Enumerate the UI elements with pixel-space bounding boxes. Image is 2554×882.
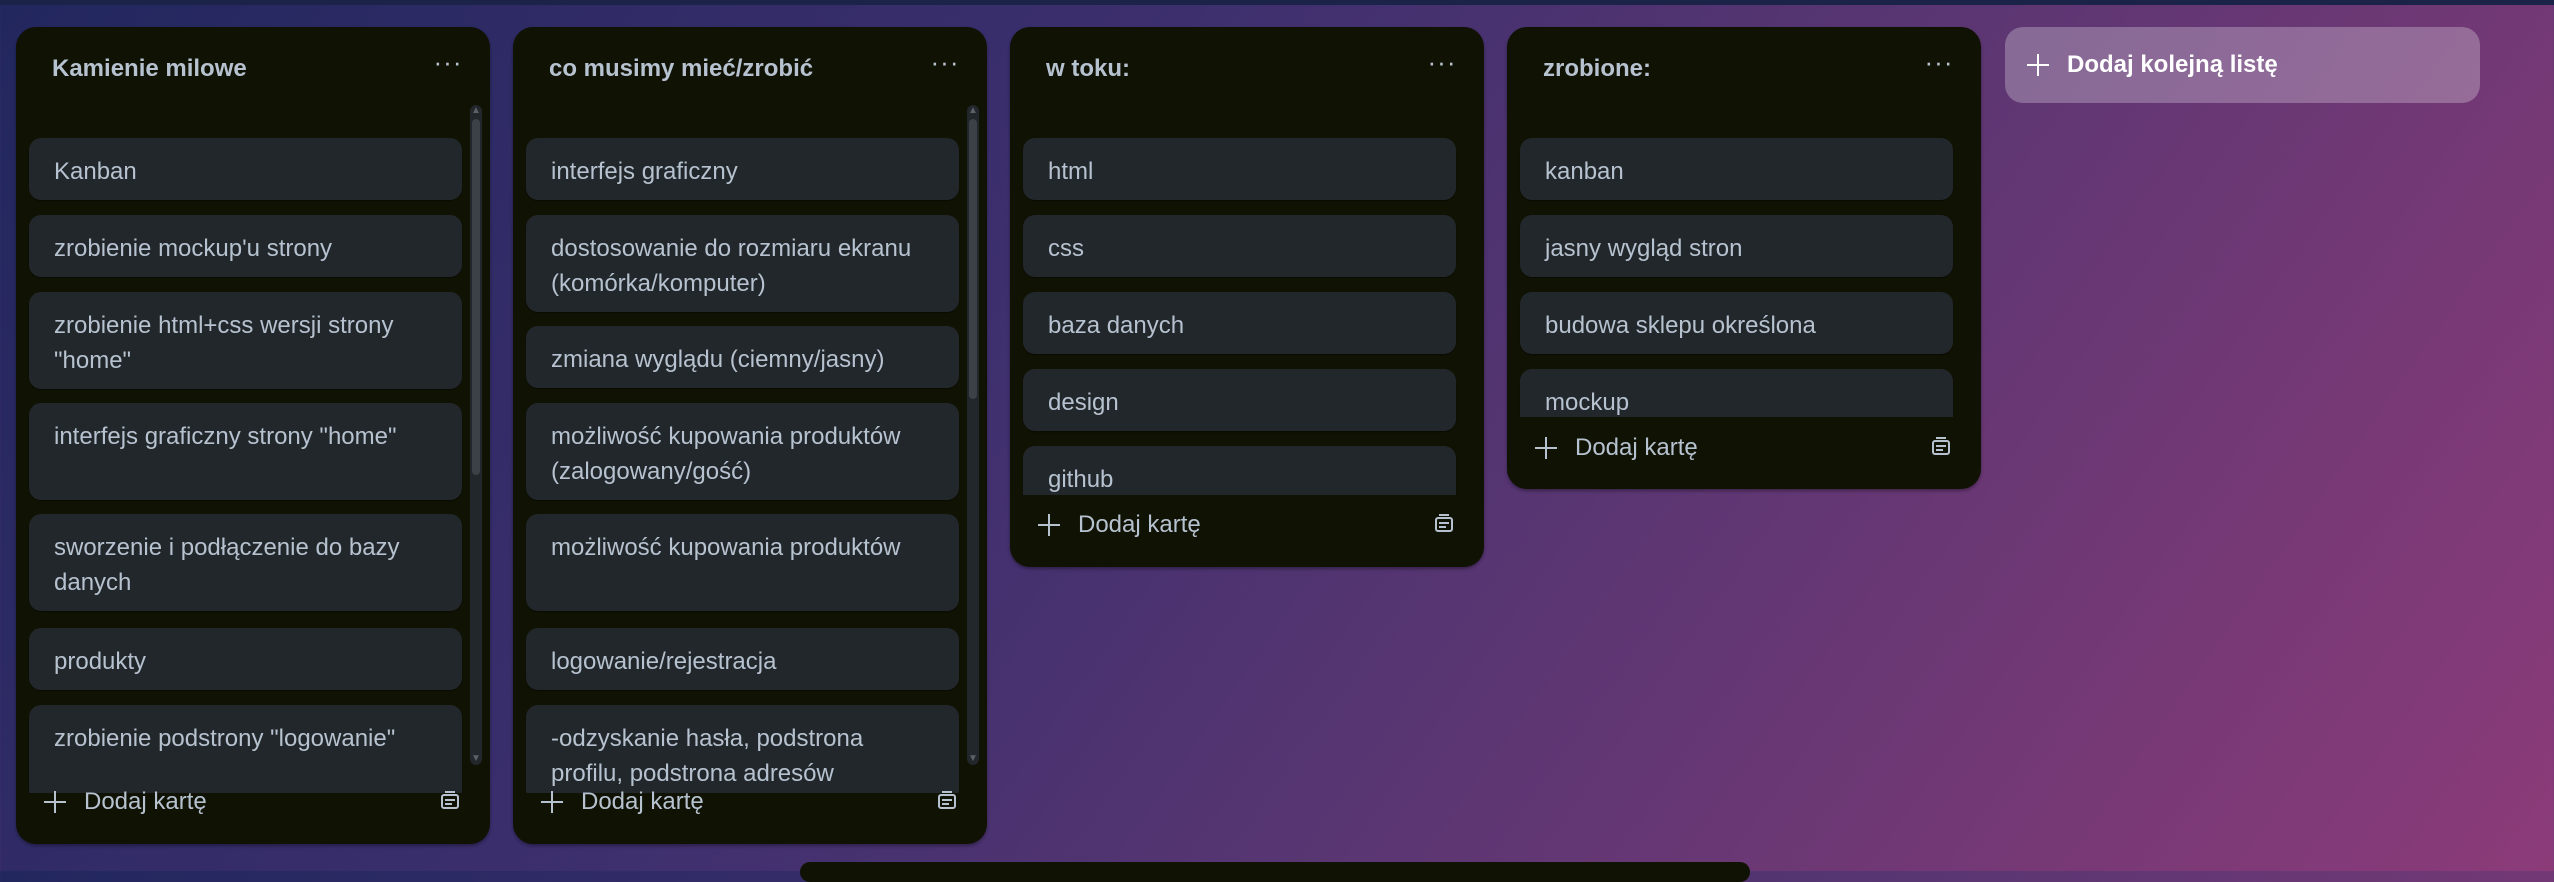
card[interactable]: jasny wygląd stron [1520,215,1953,277]
card[interactable]: zrobienie html+css wersji strony "home" [29,292,462,389]
list-footer: Dodaj kartę [1507,413,1981,483]
card-template-icon[interactable] [935,790,959,812]
card[interactable]: html [1023,138,1456,200]
scrollbar[interactable]: ▲ ▼ [470,105,482,765]
scroll-down-icon[interactable]: ▼ [967,753,979,765]
card[interactable]: github [1023,446,1456,495]
plus-icon [541,791,563,813]
scroll-up-icon[interactable]: ▲ [967,105,979,117]
scrollbar[interactable]: ▲ ▼ [967,105,979,765]
list-footer: Dodaj kartę [16,767,490,837]
list-menu-icon[interactable]: ··· [1422,47,1462,83]
card-template-icon[interactable] [1929,436,1953,458]
list-title[interactable]: Kamienie milowe [52,55,247,83]
card[interactable]: zmiana wyglądu (ciemny/jasny) [526,326,959,388]
list-w-toku: w toku: ··· html css baza danych design … [1010,27,1484,567]
bottom-toolbar [800,862,1750,882]
add-card-label: Dodaj kartę [84,788,207,815]
list-header: zrobione: ··· [1507,27,1981,113]
list-title[interactable]: w toku: [1046,55,1130,83]
card[interactable]: css [1023,215,1456,277]
card[interactable]: możliwość kupowania produktów (zalogowan… [526,403,959,500]
scroll-up-icon[interactable]: ▲ [470,105,482,117]
list-co-musimy: co musimy mieć/zrobić ··· interfejs graf… [513,27,987,844]
list-title[interactable]: zrobione: [1543,55,1651,83]
add-card-label: Dodaj kartę [581,788,704,815]
list-menu-icon[interactable]: ··· [1919,47,1959,83]
card[interactable]: dostosowanie do rozmiaru ekranu (komórka… [526,215,959,312]
card-list: Kanban zrobienie mockup'u strony zrobien… [16,111,490,793]
add-card-button[interactable]: Dodaj kartę [1535,413,1698,483]
card-list: interfejs graficzny dostosowanie do rozm… [513,111,987,793]
list-title[interactable]: co musimy mieć/zrobić [549,55,813,83]
add-list-label: Dodaj kolejną listę [2067,51,2278,78]
add-card-label: Dodaj kartę [1078,511,1201,538]
card-template-icon[interactable] [1432,513,1456,535]
list-kamienie-milowe: Kamienie milowe ··· Kanban zrobienie moc… [16,27,490,844]
add-card-label: Dodaj kartę [1575,434,1698,461]
plus-icon [1535,437,1557,459]
scroll-thumb[interactable] [472,119,480,475]
plus-icon [1038,514,1060,536]
card[interactable]: design [1023,369,1456,431]
card[interactable]: możliwość kupowania produktów [526,514,959,611]
card[interactable]: produkty [29,628,462,690]
list-footer: Dodaj kartę [513,767,987,837]
add-card-button[interactable]: Dodaj kartę [1038,490,1201,560]
card-list: kanban jasny wygląd stron budowa sklepu … [1507,111,1981,417]
card[interactable]: mockup [1520,369,1953,417]
add-card-button[interactable]: Dodaj kartę [44,767,207,837]
card[interactable]: logowanie/rejestracja [526,628,959,690]
scroll-down-icon[interactable]: ▼ [470,753,482,765]
list-header: co musimy mieć/zrobić ··· [513,27,987,113]
card[interactable]: baza danych [1023,292,1456,354]
list-menu-icon[interactable]: ··· [428,47,468,83]
list-header: Kamienie milowe ··· [16,27,490,113]
card-template-icon[interactable] [438,790,462,812]
top-bar [0,0,2554,5]
scroll-thumb[interactable] [969,119,977,399]
card[interactable]: interfejs graficzny [526,138,959,200]
plus-icon [2027,54,2049,76]
add-list-button[interactable]: Dodaj kolejną listę [2005,27,2480,103]
card[interactable]: budowa sklepu określona [1520,292,1953,354]
card[interactable]: Kanban [29,138,462,200]
card[interactable]: zrobienie mockup'u strony [29,215,462,277]
list-menu-icon[interactable]: ··· [925,47,965,83]
card[interactable]: sworzenie i podłączenie do bazy danych [29,514,462,611]
list-footer: Dodaj kartę [1010,490,1484,560]
list-zrobione: zrobione: ··· kanban jasny wygląd stron … [1507,27,1981,489]
card-list: html css baza danych design github [1010,111,1484,495]
card[interactable]: interfejs graficzny strony "home" [29,403,462,500]
list-header: w toku: ··· [1010,27,1484,113]
add-card-button[interactable]: Dodaj kartę [541,767,704,837]
plus-icon [44,791,66,813]
card[interactable]: kanban [1520,138,1953,200]
